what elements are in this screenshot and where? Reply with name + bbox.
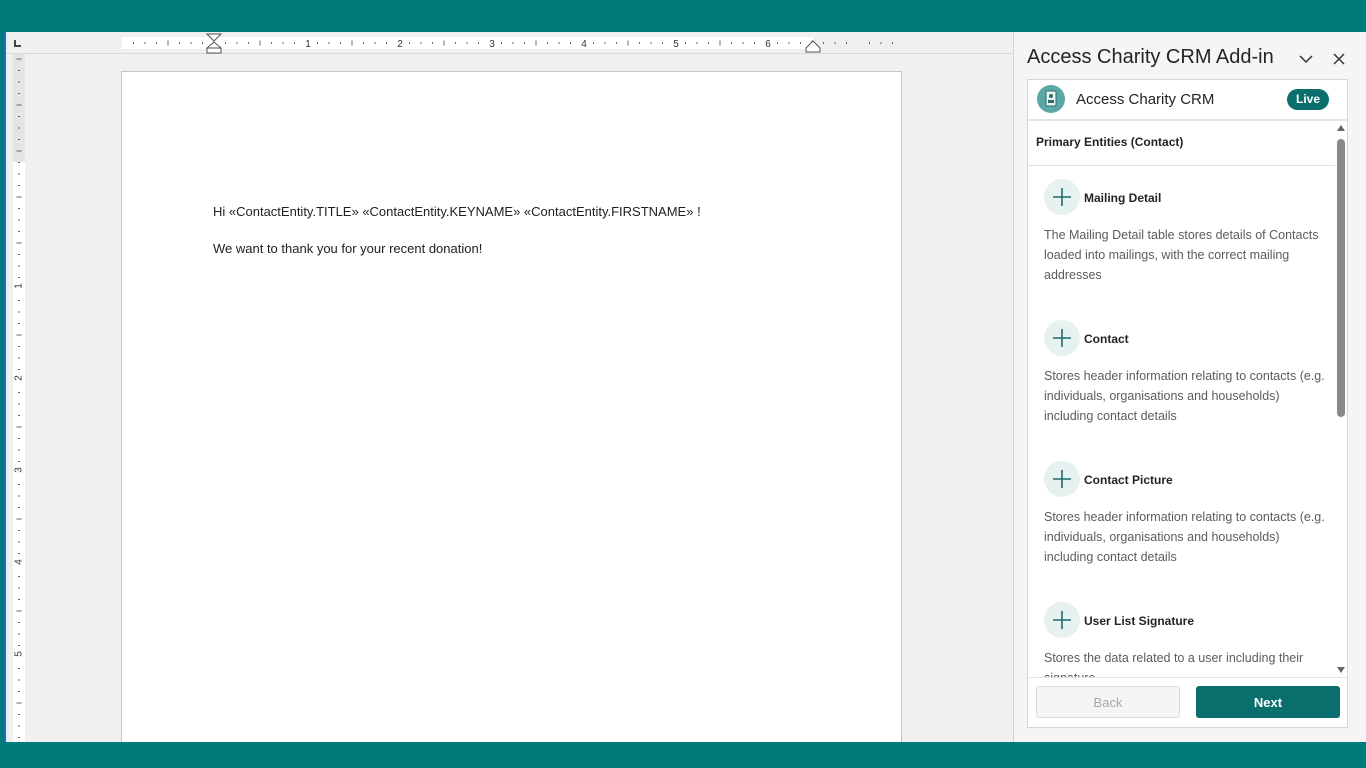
- entity-description: The Mailing Detail table stores details …: [1044, 228, 1319, 282]
- ruler-label: 6: [765, 39, 771, 50]
- word-document-area: 1 2 3 4 5 6 1 2 3 4 5 6 Hi «ContactEntity.TITLE» «…: [4, 32, 1013, 742]
- ruler-label: 1: [14, 283, 25, 289]
- entity-description: Stores the data related to a user includ…: [1044, 651, 1304, 677]
- back-button[interactable]: Back: [1036, 686, 1180, 718]
- task-pane: Access Charity CRM Add-in Access Charity…: [1013, 32, 1366, 742]
- entity-name: User List Signature: [1084, 614, 1195, 628]
- addin-panel: Access Charity CRM Live Primary Entities…: [1027, 79, 1348, 728]
- entity-description: Stores header information relating to co…: [1044, 510, 1325, 564]
- ruler-label: 1: [305, 39, 311, 50]
- scroll-down-arrow-icon[interactable]: [1337, 667, 1345, 673]
- add-user-list-signature-button[interactable]: [1044, 602, 1080, 638]
- vertical-ruler-ticks: 123456: [13, 54, 25, 742]
- addin-footer: Back Next: [1028, 677, 1347, 727]
- scrollbar[interactable]: [1334, 122, 1347, 677]
- add-contact-picture-button[interactable]: [1044, 461, 1080, 497]
- entity-name: Contact: [1084, 332, 1129, 346]
- chevron-down-icon[interactable]: [1297, 50, 1315, 68]
- left-indent-icon[interactable]: [206, 47, 222, 54]
- scroll-thumb[interactable]: [1337, 139, 1345, 417]
- entity-name: Contact Picture: [1084, 473, 1173, 487]
- ruler-label: 3: [14, 467, 25, 473]
- ruler-label: 2: [14, 375, 25, 381]
- left-tab-icon: [14, 40, 21, 47]
- document-page[interactable]: Hi «ContactEntity.TITLE» «ContactEntity.…: [121, 71, 902, 742]
- horizontal-ruler-ticks: 1 2 3 4 5 6: [122, 33, 893, 54]
- entity-list[interactable]: Primary Entities (Contact) Mailing Detai…: [1028, 122, 1347, 677]
- add-contact-button[interactable]: [1044, 320, 1080, 356]
- thanks-line[interactable]: We want to thank you for your recent don…: [213, 241, 482, 256]
- plus-icon: [1053, 470, 1071, 488]
- entity-item-contact-picture: Contact Picture Stores header informatio…: [1028, 461, 1335, 602]
- live-badge: Live: [1287, 89, 1330, 110]
- ruler-label: 3: [489, 39, 495, 50]
- addin-header: Access Charity CRM Live: [1028, 80, 1347, 121]
- vertical-ruler[interactable]: 123456: [6, 54, 32, 742]
- plus-icon: [1053, 611, 1071, 629]
- app-name: Access Charity CRM: [1076, 91, 1215, 108]
- pane-title: Access Charity CRM Add-in: [1027, 46, 1274, 68]
- next-button[interactable]: Next: [1196, 686, 1340, 718]
- section-title: Primary Entities (Contact): [1036, 135, 1184, 149]
- ruler-label: 4: [14, 559, 25, 565]
- tab-selector[interactable]: [6, 32, 32, 54]
- ruler-label: 2: [397, 39, 403, 50]
- app-logo-icon: [1037, 85, 1065, 113]
- entity-description: Stores header information relating to co…: [1044, 369, 1325, 423]
- plus-icon: [1053, 329, 1071, 347]
- ruler-label: 5: [14, 651, 25, 657]
- entity-item-user-list-signature: User List Signature Stores the data rela…: [1028, 602, 1335, 677]
- plus-icon: [1053, 188, 1071, 206]
- add-mailing-detail-button[interactable]: [1044, 179, 1080, 215]
- ruler-label: 5: [673, 39, 679, 50]
- greeting-line[interactable]: Hi «ContactEntity.TITLE» «ContactEntity.…: [213, 204, 701, 219]
- scroll-up-arrow-icon[interactable]: [1337, 125, 1345, 131]
- entity-name: Mailing Detail: [1084, 191, 1162, 205]
- horizontal-ruler[interactable]: 1 2 3 4 5 6: [32, 32, 1013, 54]
- entity-item-mailing-detail: Mailing Detail The Mailing Detail table …: [1028, 179, 1335, 320]
- close-icon[interactable]: [1330, 50, 1348, 68]
- entity-item-contact: Contact Stores header information relati…: [1028, 320, 1335, 461]
- ruler-label: 4: [581, 39, 587, 50]
- section-header: Primary Entities (Contact): [1028, 122, 1335, 166]
